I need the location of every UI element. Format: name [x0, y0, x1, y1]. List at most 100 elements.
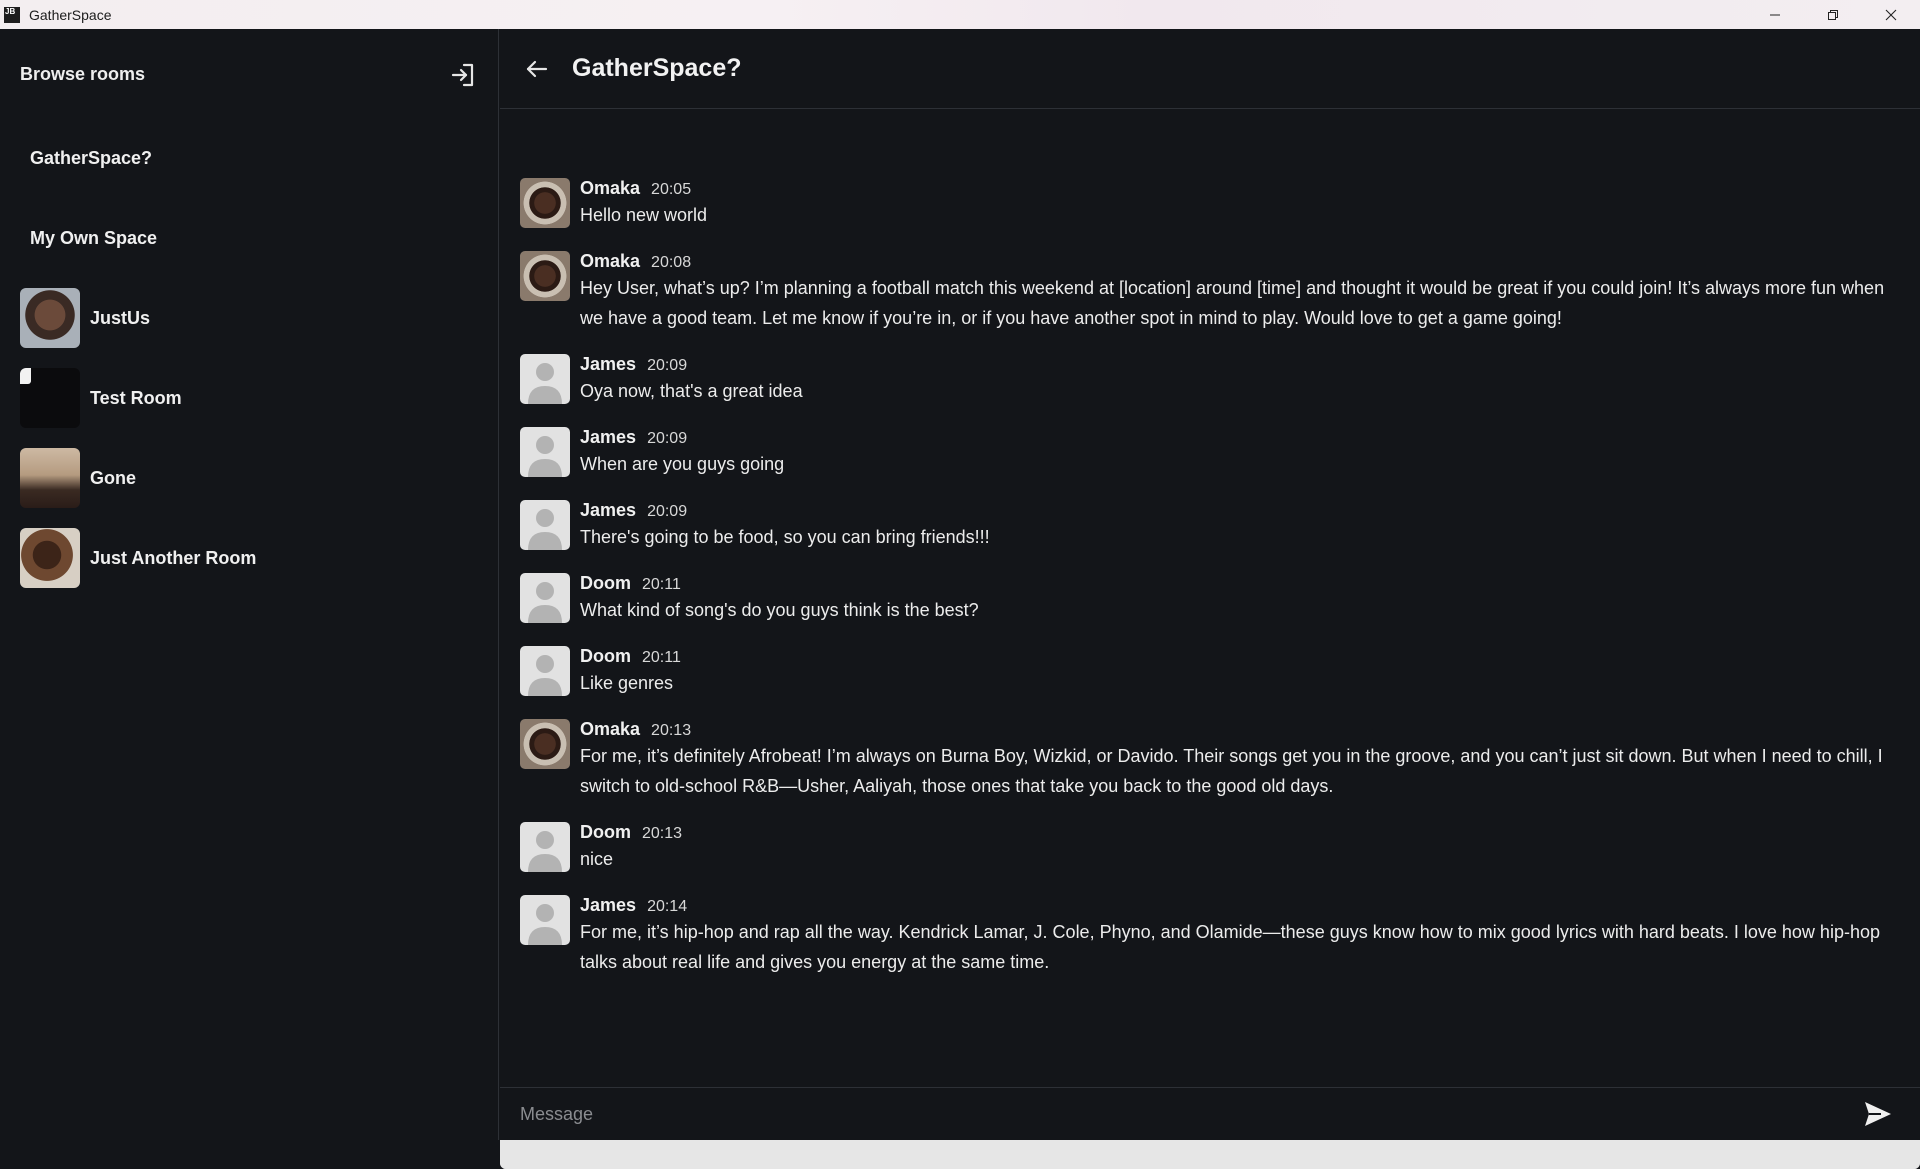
- message-input[interactable]: [500, 1089, 1858, 1139]
- chat-room-title: GatherSpace?: [572, 54, 742, 82]
- default-avatar-icon: [520, 895, 570, 945]
- message-time: 20:09: [647, 430, 688, 447]
- room-item-test-room[interactable]: Test Room: [0, 358, 498, 438]
- message-time: 20:11: [642, 576, 681, 593]
- message-item: Doom 20:11 Like genres: [520, 646, 1900, 698]
- window-titlebar: JB GatherSpace: [0, 0, 1920, 29]
- message-text: What kind of song's do you guys think is…: [580, 600, 979, 620]
- minimize-icon: [1770, 14, 1780, 15]
- default-avatar-icon: [520, 646, 570, 696]
- user-avatar: [520, 251, 570, 301]
- default-avatar-icon: [520, 500, 570, 550]
- default-avatar-icon: [520, 354, 570, 404]
- message-time: 20:09: [647, 357, 688, 374]
- message-time: 20:13: [642, 825, 683, 842]
- minimize-button[interactable]: [1746, 0, 1804, 29]
- default-avatar-icon: [520, 427, 570, 477]
- arrow-left-icon: [526, 60, 548, 77]
- message-time: 20:09: [647, 503, 688, 520]
- room-name: JustUs: [90, 307, 151, 328]
- room-item-gone[interactable]: Gone: [0, 438, 498, 518]
- message-item: Doom 20:11 What kind of song's do you gu…: [520, 573, 1900, 625]
- message-body: Doom 20:11 What kind of song's do you gu…: [580, 573, 1900, 625]
- message-author: Doom: [580, 822, 631, 842]
- message-text: There's going to be food, so you can bri…: [580, 527, 990, 547]
- message-body: James 20:14 For me, it’s hip-hop and rap…: [580, 895, 1900, 977]
- message-item: James 20:09 There's going to be food, so…: [520, 500, 1900, 552]
- room-item-just-another-room[interactable]: Just Another Room: [0, 518, 498, 598]
- room-list: GatherSpace? My Own Space JustUs Test Ro…: [0, 58, 1920, 1169]
- message-body: Doom 20:11 Like genres: [580, 646, 1900, 698]
- message-item: Omaka 20:05 Hello new world: [520, 178, 1900, 230]
- message-author: James: [580, 354, 637, 374]
- message-meta: Omaka 20:05: [580, 178, 1900, 200]
- message-author: Doom: [580, 646, 631, 666]
- message-text: Like genres: [580, 673, 674, 693]
- room-item-gatherspace[interactable]: GatherSpace?: [0, 58, 1920, 1169]
- back-button[interactable]: [524, 56, 550, 82]
- room-avatar-photo: [20, 528, 80, 588]
- room-avatar-photo: [20, 288, 80, 348]
- message-list[interactable]: Omaka 20:05 Hello new world Omaka 20:08 …: [500, 110, 1920, 1087]
- sign-out-icon: [451, 63, 474, 86]
- message-meta: Doom 20:13: [580, 822, 1900, 844]
- message-body: James 20:09 When are you guys going: [580, 427, 1900, 479]
- message-meta: Omaka 20:08: [580, 251, 1900, 273]
- message-meta: James 20:09: [580, 354, 1900, 376]
- send-icon: [1865, 1102, 1891, 1126]
- message-text: For me, it’s definitely Afrobeat! I’m al…: [580, 746, 1883, 796]
- message-author: Omaka: [580, 719, 641, 739]
- message-text: nice: [580, 849, 614, 869]
- room-avatar-image: [20, 368, 80, 428]
- message-time: 20:11: [642, 649, 681, 666]
- message-item: Doom 20:13 nice: [520, 822, 1900, 874]
- message-item: James 20:09 When are you guys going: [520, 427, 1900, 479]
- window-controls: [1746, 0, 1920, 29]
- rooms-sidebar: Browse rooms GatherSpace? My Own Space J…: [0, 29, 1920, 1169]
- close-button[interactable]: [1862, 0, 1920, 29]
- message-time: 20:13: [651, 722, 692, 739]
- user-avatar: [520, 719, 570, 769]
- message-item: James 20:14 For me, it’s hip-hop and rap…: [520, 895, 1900, 977]
- message-meta: James 20:09: [580, 427, 1900, 449]
- message-author: Omaka: [580, 251, 641, 271]
- message-body: Omaka 20:13 For me, it’s definitely Afro…: [580, 719, 1900, 801]
- message-author: James: [580, 500, 637, 520]
- message-text: For me, it’s hip-hop and rap all the way…: [580, 922, 1880, 972]
- message-item: James 20:09 Oya now, that's a great idea: [520, 354, 1900, 406]
- room-name: Test Room: [90, 387, 182, 408]
- message-time: 20:08: [651, 254, 692, 271]
- message-meta: James 20:09: [580, 500, 1900, 522]
- send-button[interactable]: [1858, 1094, 1898, 1134]
- sign-out-button[interactable]: [448, 60, 478, 90]
- message-author: James: [580, 427, 637, 447]
- sidebar-header: Browse rooms: [0, 29, 498, 118]
- message-body: Omaka 20:05 Hello new world: [580, 178, 1900, 230]
- message-text: Hello new world: [580, 205, 708, 225]
- message-time: 20:14: [647, 898, 688, 915]
- message-body: James 20:09 There's going to be food, so…: [580, 500, 1900, 552]
- message-meta: James 20:14: [580, 895, 1900, 917]
- message-author: Doom: [580, 573, 631, 593]
- message-author: Omaka: [580, 178, 641, 198]
- chat-header: GatherSpace?: [500, 29, 1920, 109]
- chat-panel: GatherSpace? Omaka 20:05 Hello new world…: [500, 29, 1920, 1140]
- restore-icon: [1828, 9, 1838, 20]
- user-avatar: [520, 178, 570, 228]
- message-composer: [500, 1087, 1920, 1140]
- message-text: When are you guys going: [580, 454, 785, 474]
- sidebar-title: Browse rooms: [20, 64, 146, 84]
- window-title: GatherSpace: [29, 6, 112, 23]
- message-author: James: [580, 895, 637, 915]
- message-item: Omaka 20:08 Hey User, what’s up? I’m pla…: [520, 251, 1900, 333]
- message-body: James 20:09 Oya now, that's a great idea: [580, 354, 1900, 406]
- room-name: My Own Space: [30, 227, 158, 248]
- room-item-justus[interactable]: JustUs: [0, 278, 498, 358]
- restore-button[interactable]: [1804, 0, 1862, 29]
- room-item-my-own-space[interactable]: My Own Space: [0, 58, 1920, 1169]
- room-name: Gone: [90, 467, 137, 488]
- message-meta: Doom 20:11: [580, 646, 1900, 668]
- room-avatar-photo: [20, 448, 80, 508]
- message-body: Doom 20:13 nice: [580, 822, 1900, 874]
- default-avatar-icon: [520, 573, 570, 623]
